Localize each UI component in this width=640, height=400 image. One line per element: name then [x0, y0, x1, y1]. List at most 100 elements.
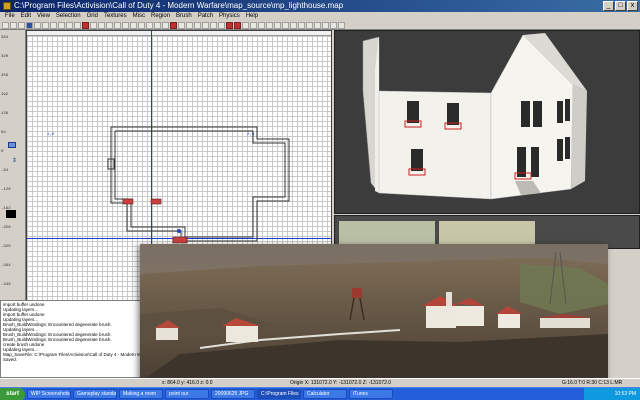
clock[interactable]: 10:53 PM — [615, 391, 636, 397]
menu-bar: File Edit View Selection Grid Textures M… — [0, 12, 640, 21]
toolbar-tool-icon[interactable] — [338, 21, 345, 29]
ruler-tick-label: -64 — [1, 169, 9, 173]
camera-icon[interactable] — [8, 142, 16, 148]
toolbar-tool-icon[interactable] — [274, 21, 281, 29]
toolbar-tool-icon[interactable] — [306, 21, 313, 29]
menu-grid[interactable]: Grid — [84, 12, 101, 21]
toolbar-tool-icon[interactable] — [10, 21, 17, 29]
menu-edit[interactable]: Edit — [18, 12, 34, 21]
cursor-icon: ⇕ — [12, 158, 18, 164]
console-line: Map_SaveFile: C:\Program Files\Activisio… — [3, 352, 150, 357]
taskbar-button[interactable]: WIP Screenshots — [27, 389, 72, 399]
toolbar-tool-icon[interactable] — [106, 21, 113, 29]
toolbar-tool-icon[interactable] — [314, 21, 321, 29]
menu-misc[interactable]: Misc — [130, 12, 148, 21]
minimize-button[interactable]: _ — [603, 1, 614, 11]
toolbar-tool-icon[interactable] — [66, 21, 73, 29]
toolbar-tool-icon[interactable] — [242, 21, 249, 29]
toolbar-tool-icon[interactable] — [218, 21, 225, 29]
screen: C:\Program Files\Activision\Call of Duty… — [0, 0, 640, 400]
toolbar-tool-icon[interactable] — [234, 21, 241, 29]
toolbar-tool-icon[interactable] — [258, 21, 265, 29]
toolbar-tool-icon[interactable] — [74, 21, 81, 29]
window-title-bar[interactable]: C:\Program Files\Activision\Call of Duty… — [0, 0, 640, 12]
menu-view[interactable]: View — [34, 12, 53, 21]
toolbar-tool-icon[interactable] — [82, 21, 89, 29]
close-button[interactable]: x — [627, 1, 638, 11]
toolbar-tool-icon[interactable] — [330, 21, 337, 29]
menu-selection[interactable]: Selection — [53, 12, 84, 21]
toolbar-tool-icon[interactable] — [122, 21, 129, 29]
ruler-tick-label: -128 — [1, 188, 11, 192]
toolbar-tool-icon[interactable] — [26, 21, 33, 29]
ruler-tick-label: 320 — [1, 55, 9, 59]
ruler-tick-label: -448 — [1, 283, 11, 287]
menu-patch[interactable]: Patch — [195, 12, 216, 21]
ruler-tick-label: -384 — [1, 264, 11, 268]
toolbar-tool-icon[interactable] — [146, 21, 153, 29]
toolbar-tool-icon[interactable] — [90, 21, 97, 29]
taskbar: start WIP ScreenshotsGameplay standardsM… — [0, 387, 640, 400]
building-model — [362, 33, 587, 200]
toolbar-tool-icon[interactable] — [194, 21, 201, 29]
menu-textures[interactable]: Textures — [101, 12, 130, 21]
toolbar-tool-icon[interactable] — [34, 21, 41, 29]
taskbar-button[interactable]: Gameplay standards — [73, 389, 118, 399]
system-tray: 10:53 PM — [584, 388, 640, 400]
menu-help[interactable]: Help — [243, 12, 261, 21]
toolbar-tool-icon[interactable] — [210, 21, 217, 29]
toolbar-tool-icon[interactable] — [138, 21, 145, 29]
lighthouse-photo — [140, 244, 608, 382]
menu-file[interactable]: File — [2, 12, 18, 21]
reference-photo — [140, 244, 608, 382]
taskbar-button[interactable]: Calculator — [303, 389, 348, 399]
taskbar-button[interactable]: C:\Program Files — [257, 389, 302, 399]
ruler-tick-label: 384 — [1, 36, 9, 40]
menu-brush[interactable]: Brush — [173, 12, 195, 21]
toolbar-tool-icon[interactable] — [178, 21, 185, 29]
window-title: C:\Program Files\Activision\Call of Duty… — [14, 1, 344, 10]
menu-region[interactable]: Region — [148, 12, 173, 21]
toolbar-tool-icon[interactable] — [202, 21, 209, 29]
toolbar-tool-icon[interactable] — [98, 21, 105, 29]
taskbar-button[interactable]: Making a room — [119, 389, 164, 399]
ruler-tick-label: 256 — [1, 74, 9, 78]
toolbar-tool-icon[interactable] — [170, 21, 177, 29]
console-log[interactable]: import buffer undone Updating layers... im… — [0, 300, 150, 378]
toolbar-tool-icon[interactable] — [290, 21, 297, 29]
toolbar-tool-icon[interactable] — [114, 21, 121, 29]
console-line: Saved. — [3, 357, 18, 362]
app-icon — [3, 2, 11, 10]
toolbar-tool-icon[interactable] — [322, 21, 329, 29]
ruler-tick-label: -256 — [1, 226, 11, 230]
toolbar-tool-icon[interactable] — [266, 21, 273, 29]
toolbar-tool-icon[interactable] — [226, 21, 233, 29]
menu-physics[interactable]: Physics — [216, 12, 243, 21]
toolbar-tool-icon[interactable] — [250, 21, 257, 29]
ruler-tick-label: 192 — [1, 93, 9, 97]
left-ruler: ⇕ 384 320 256 192 128 64 0 -64 -128 -192 -256 -320 -… — [0, 30, 26, 336]
taskbar-button[interactable]: point our — [165, 389, 210, 399]
camera-viewport-3d[interactable] — [334, 30, 640, 214]
color-swatch[interactable] — [6, 210, 16, 218]
start-button[interactable]: start — [0, 387, 26, 400]
window-controls: _ □ x — [603, 1, 638, 11]
toolbar-tool-icon[interactable] — [130, 21, 137, 29]
ruler-tick-label: 64 — [1, 131, 6, 135]
ruler-tick-label: -192 — [1, 207, 11, 211]
toolbar-tool-icon[interactable] — [162, 21, 169, 29]
toolbar-tool-icon[interactable] — [154, 21, 161, 29]
toolbar-tool-icon[interactable] — [18, 21, 25, 29]
ruler-tick-label: 0 — [1, 150, 4, 154]
status-bar: x: 864.0 y: 416.0 z: 0.0 Origin X: 13107… — [0, 378, 640, 387]
taskbar-button[interactable]: 20090625 JPG — [211, 389, 256, 399]
maximize-button[interactable]: □ — [615, 1, 626, 11]
toolbar-tool-icon[interactable] — [42, 21, 49, 29]
toolbar-tool-icon[interactable] — [186, 21, 193, 29]
toolbar-tool-icon[interactable] — [298, 21, 305, 29]
toolbar-tool-icon[interactable] — [2, 21, 9, 29]
toolbar-tool-icon[interactable] — [282, 21, 289, 29]
toolbar-tool-icon[interactable] — [50, 21, 57, 29]
taskbar-button[interactable]: iTunes — [349, 389, 394, 399]
toolbar-tool-icon[interactable] — [58, 21, 65, 29]
